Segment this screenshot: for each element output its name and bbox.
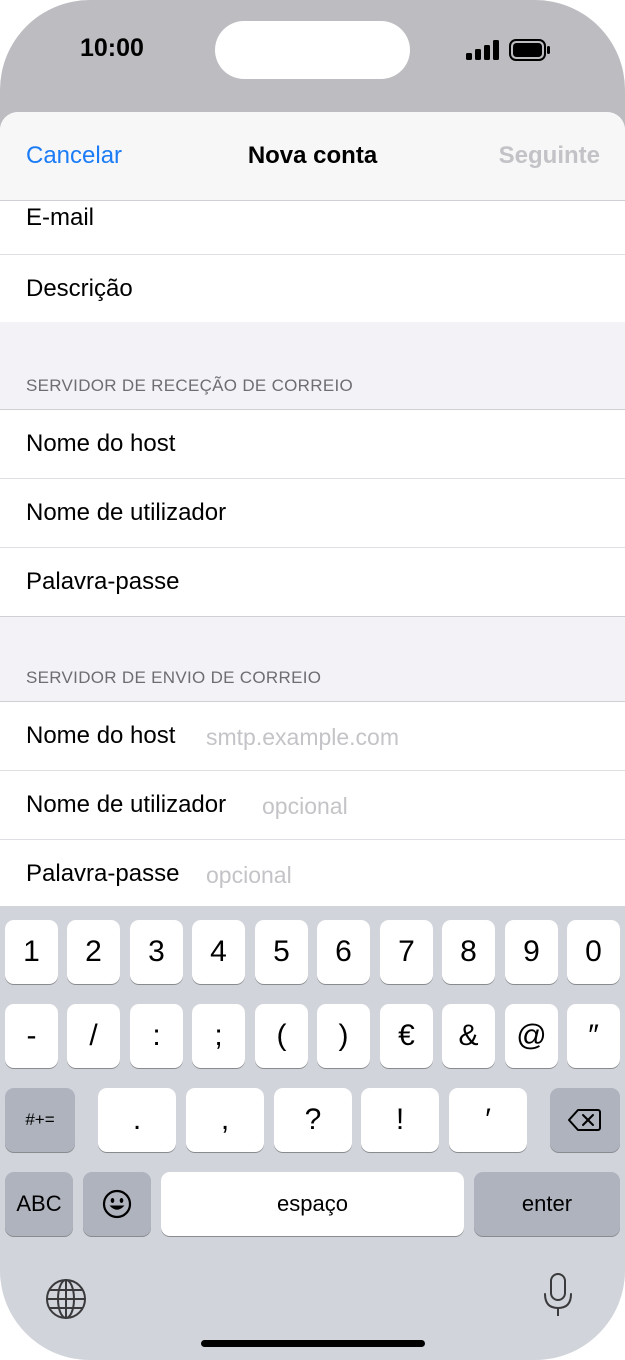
key-label: ;	[214, 1019, 223, 1052]
key-5[interactable]: 5	[255, 920, 308, 984]
next-button[interactable]: Seguinte	[499, 142, 600, 170]
key-at[interactable]: @	[505, 1004, 558, 1068]
description-field[interactable]: Descrição	[0, 255, 625, 323]
key-label: &	[458, 1019, 479, 1052]
incoming-username-field[interactable]: Nome de utilizador	[0, 479, 625, 548]
key-label: /	[89, 1019, 98, 1052]
globe-icon[interactable]	[45, 1278, 87, 1320]
home-indicator	[201, 1340, 425, 1347]
incoming-password-field[interactable]: Palavra-passe	[0, 548, 625, 616]
outgoing-server-group: Nome do host smtp.example.com Nome de ut…	[0, 701, 625, 908]
email-label: E-mail	[26, 204, 95, 231]
outgoing-username-label: Nome de utilizador	[26, 791, 227, 818]
key-label: ′	[485, 1103, 491, 1136]
key-label: .	[132, 1103, 142, 1136]
key-label: !	[395, 1103, 405, 1136]
outgoing-username-placeholder: opcional	[262, 793, 348, 819]
key-double-prime[interactable]: ″	[567, 1004, 620, 1068]
key-label: €	[398, 1019, 415, 1052]
outgoing-password-label: Palavra-passe	[26, 860, 180, 887]
incoming-password-label: Palavra-passe	[26, 568, 180, 595]
key-9[interactable]: 9	[505, 920, 558, 984]
key-label: 8	[460, 935, 477, 968]
key-label: 7	[398, 935, 415, 968]
key-1[interactable]: 1	[5, 920, 58, 984]
key-label: 6	[335, 935, 352, 968]
dynamic-island	[215, 21, 410, 79]
outgoing-server-header: SERVIDOR DE ENVIO DE CORREIO	[26, 668, 322, 687]
status-bar: 10:00	[0, 0, 625, 112]
key-period[interactable]: .	[98, 1088, 176, 1152]
key-label: ,	[220, 1103, 230, 1136]
description-label: Descrição	[26, 275, 133, 302]
key-label: :	[152, 1019, 161, 1052]
key-label: enter	[521, 1191, 573, 1216]
key-label: espaço	[277, 1191, 348, 1216]
key-close-paren[interactable]: )	[317, 1004, 370, 1068]
key-label: ?	[304, 1103, 322, 1136]
key-label: 2	[85, 935, 102, 968]
incoming-server-group: Nome do host Nome de utilizador Palavra-…	[0, 409, 625, 617]
key-label: 0	[585, 935, 602, 968]
emoji-icon	[102, 1189, 132, 1219]
navigation-bar: Cancelar Nova conta Seguinte	[0, 112, 625, 201]
key-label: -	[26, 1019, 37, 1052]
key-label: #+=	[25, 1110, 55, 1129]
key-question[interactable]: ?	[274, 1088, 352, 1152]
key-label: ABC	[16, 1191, 62, 1216]
key-label: 5	[273, 935, 290, 968]
key-4[interactable]: 4	[192, 920, 245, 984]
key-hyphen[interactable]: -	[5, 1004, 58, 1068]
incoming-host-label: Nome do host	[26, 430, 176, 457]
key-0[interactable]: 0	[567, 920, 620, 984]
keyboard: 1 2 3 4 5 6 7 8 9 0 - / : ; ( ) € & @ ″ …	[0, 906, 625, 1360]
key-exclamation[interactable]: !	[361, 1088, 439, 1152]
outgoing-username-field[interactable]: Nome de utilizador opcional	[0, 771, 625, 840]
key-colon[interactable]: :	[130, 1004, 183, 1068]
enter-key[interactable]: enter	[474, 1172, 620, 1236]
key-label: (	[276, 1019, 287, 1052]
incoming-host-field[interactable]: Nome do host	[0, 410, 625, 479]
key-7[interactable]: 7	[380, 920, 433, 984]
email-field[interactable]: E-mail	[0, 201, 625, 255]
cellular-signal-icon	[466, 40, 499, 60]
symbols-key[interactable]: #+=	[5, 1088, 75, 1152]
key-slash[interactable]: /	[67, 1004, 120, 1068]
key-2[interactable]: 2	[67, 920, 120, 984]
incoming-username-label: Nome de utilizador	[26, 499, 227, 526]
key-6[interactable]: 6	[317, 920, 370, 984]
key-ampersand[interactable]: &	[442, 1004, 495, 1068]
phone-screen: 10:00 Cancelar Nova conta Seguinte E-mai…	[0, 0, 625, 1360]
key-8[interactable]: 8	[442, 920, 495, 984]
abc-key[interactable]: ABC	[5, 1172, 73, 1236]
incoming-server-header: SERVIDOR DE RECEÇÃO DE CORREIO	[26, 376, 354, 395]
key-semicolon[interactable]: ;	[192, 1004, 245, 1068]
space-key[interactable]: espaço	[161, 1172, 464, 1236]
microphone-icon[interactable]	[542, 1272, 574, 1320]
key-comma[interactable]: ,	[186, 1088, 264, 1152]
outgoing-host-placeholder: smtp.example.com	[206, 724, 400, 750]
outgoing-password-field[interactable]: Palavra-passe opcional	[0, 840, 625, 908]
outgoing-password-placeholder: opcional	[206, 862, 292, 888]
key-prime[interactable]: ′	[449, 1088, 527, 1152]
battery-icon	[509, 39, 550, 61]
key-label: 3	[148, 935, 165, 968]
key-label: 4	[210, 935, 227, 968]
emoji-key[interactable]	[83, 1172, 151, 1236]
backspace-key[interactable]	[550, 1088, 620, 1152]
key-3[interactable]: 3	[130, 920, 183, 984]
outgoing-host-field[interactable]: Nome do host smtp.example.com	[0, 702, 625, 771]
key-label: ″	[588, 1019, 599, 1052]
key-euro[interactable]: €	[380, 1004, 433, 1068]
backspace-icon	[568, 1109, 601, 1131]
key-label: @	[516, 1019, 547, 1052]
status-time: 10:00	[80, 34, 144, 62]
key-label: )	[338, 1019, 349, 1052]
key-label: 9	[523, 935, 540, 968]
key-open-paren[interactable]: (	[255, 1004, 308, 1068]
key-label: 1	[23, 935, 40, 968]
account-group: E-mail Descrição	[0, 201, 625, 322]
outgoing-host-label: Nome do host	[26, 722, 176, 749]
